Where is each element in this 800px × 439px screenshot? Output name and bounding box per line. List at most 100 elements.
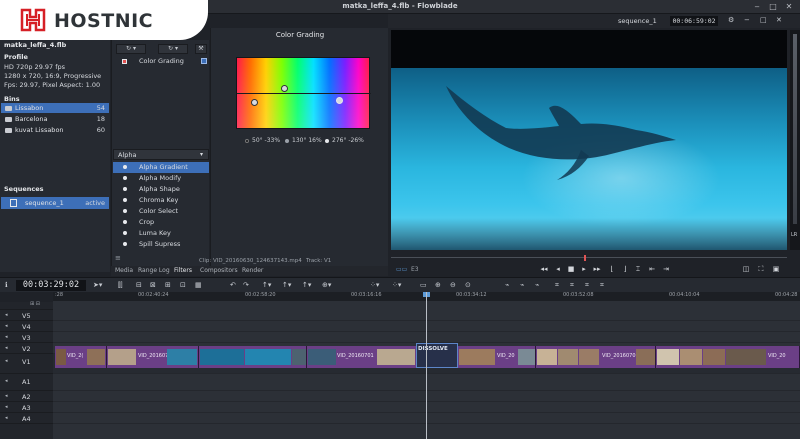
clear-marks-icon[interactable]: ⌶ [633,265,643,274]
track-icon[interactable]: ⌁ [505,281,509,289]
video-monitor[interactable] [391,30,787,250]
sync-icon[interactable]: ↑▾ [302,281,311,289]
close-icon[interactable]: ✕ [784,2,794,12]
timeline-mode-icon[interactable]: ℹ [5,281,8,289]
to-in-icon[interactable]: ⇤ [647,265,657,274]
prev-frame-icon[interactable]: ◂ [553,265,563,274]
tab-range-log[interactable]: Range Log [138,267,170,274]
add-filter-button[interactable]: ↻ ▾ [116,44,146,54]
applied-filter-item[interactable]: Color Grading [113,56,209,67]
square-icon[interactable]: □ [760,16,767,24]
fullscreen-icon[interactable]: ⛶ [756,265,766,274]
track-header-a4[interactable]: ◂ A4 [0,413,53,424]
filter-list-item[interactable]: Color Select [113,206,209,217]
split-icon[interactable]: ⫿⫿ [118,281,122,290]
playhead-line[interactable] [426,292,427,439]
bin-item[interactable]: Lissabon 54 [1,103,109,113]
range-icon[interactable]: ▭ [420,281,427,289]
delete-icon[interactable]: ⊠ [150,281,156,289]
play-icon[interactable]: ▸ [579,265,589,274]
track-header-v1[interactable]: ◂ V1 [0,354,53,374]
rewind-icon[interactable]: ◂◂ [539,265,549,274]
track-header-v2[interactable]: ◂ V2 [0,343,53,354]
mark-out-icon[interactable]: ⌋ [620,265,630,274]
track-header-v5[interactable]: ◂ V5 [0,310,53,321]
zoom-icon[interactable]: ◫ [741,265,751,274]
to-out-icon[interactable]: ⇥ [661,265,671,274]
remove-filter-button[interactable]: ↻ ▾ [158,44,188,54]
grading-handle-shadows[interactable] [251,99,258,106]
tools-icon[interactable]: ⚙ [728,16,734,24]
solo-icon[interactable]: ⌗ [585,281,589,290]
clip-view-icon[interactable]: ▣ [771,265,781,274]
timeline-clip[interactable]: VID_20160701 [307,346,417,368]
next-frame-icon[interactable]: ▸▸ [592,265,602,274]
pointer-tool-icon[interactable]: ➤▾ [93,281,102,289]
filter-list-item[interactable]: Chroma Key [113,195,209,206]
grading-handle-midtones[interactable] [281,85,288,92]
timeline-clip[interactable]: VID_20160701 [536,346,656,368]
filter-group-select[interactable]: Alpha ▾ [113,149,209,160]
redo-icon[interactable]: ↷ [243,281,249,289]
shadows-dot-icon [245,139,249,143]
trim-icon[interactable]: ⊡ [180,281,186,289]
monitor-scrubber[interactable] [391,255,787,261]
insert-icon[interactable]: ⁘▾ [370,281,379,289]
filter-enabled-checkbox[interactable] [201,58,207,64]
lift-icon[interactable]: ⊟ [136,281,142,289]
track-header-a2[interactable]: ◂ A2 [0,391,53,402]
compositor-icon[interactable]: ⊕▾ [322,281,331,289]
tab-filters[interactable]: Filters [174,267,192,274]
monitor-mode-label[interactable]: E3 [411,266,419,273]
bin-item[interactable]: kuvat Lissabon 60 [1,125,109,135]
hostnic-logo-text: HOSTNIC [54,10,154,32]
filter-list-item[interactable]: Alpha Modify [113,173,209,184]
track-header-v4[interactable]: ◂ V4 [0,321,53,332]
bin-count: 54 [96,104,105,112]
timeline-timecode[interactable]: 00:03:29:02 [16,280,86,291]
sequence-item[interactable]: sequence_1 active [1,197,109,209]
maximize-icon[interactable]: □ [768,2,778,12]
zoom-out-icon[interactable]: ⊖ [450,281,456,289]
filter-list-item[interactable]: Luma Key [113,228,209,239]
view-mode-icon[interactable]: ▭▭ [396,266,407,273]
track-header-a3[interactable]: ◂ A3 [0,402,53,413]
tab-media[interactable]: Media [115,267,133,274]
audio-icon[interactable]: ⌁ [520,281,524,289]
mark-in-icon[interactable]: ⌊ [607,265,617,274]
add-marker-icon[interactable]: ↑▾ [262,281,271,289]
filter-list-item[interactable]: Alpha Gradient [113,162,209,173]
track-header-a1[interactable]: ◂ A1 [0,374,53,391]
overwrite-icon[interactable]: ▦ [195,281,202,289]
filter-list-item[interactable]: Spill Supress [113,239,209,250]
track-settings-icon[interactable]: ⊞ ⊟ [30,301,40,307]
timeline-clip[interactable]: VID_20 [656,346,800,368]
filter-tools-icon[interactable]: ⚒ [195,44,207,54]
lock-icon[interactable]: ⌁ [535,281,539,289]
zoom-fit-icon[interactable]: ⊙ [465,281,471,289]
resync-icon[interactable]: ⊞ [165,281,171,289]
filter-list-item[interactable]: Crop [113,217,209,228]
timeline-clip[interactable] [199,346,307,368]
filter-list-icon[interactable]: ⌗ [555,281,559,290]
bin-item[interactable]: Barcelona 18 [1,114,109,124]
tab-render[interactable]: Render [242,267,263,274]
mute-icon[interactable]: ⌗ [570,281,574,290]
render-icon[interactable]: ⌗ [600,281,604,290]
minus-icon[interactable]: − [744,16,750,24]
track-header-v3[interactable]: ◂ V3 [0,332,53,343]
filter-list-item[interactable]: Alpha Shape [113,184,209,195]
timeline-clip[interactable]: VID_20 [458,346,536,368]
stop-icon[interactable]: ■ [566,265,576,274]
color-grading-box[interactable] [236,57,371,129]
append-icon[interactable]: ⁘▾ [392,281,401,289]
timeline-clip[interactable]: VID_20160701 [107,346,199,368]
timeline-clip[interactable]: VID_2( [55,346,107,368]
grading-handle-highlights[interactable] [336,97,343,104]
snap-icon[interactable]: ↑▾ [282,281,291,289]
minimize-icon[interactable]: ‒ [752,2,762,12]
undo-icon[interactable]: ↶ [230,281,236,289]
x-icon[interactable]: ✕ [776,16,782,24]
tab-compositors[interactable]: Compositors [200,267,238,274]
zoom-in-icon[interactable]: ⊕ [435,281,441,289]
